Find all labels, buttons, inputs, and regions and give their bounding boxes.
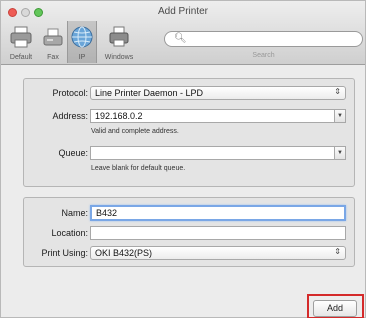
toolbar-windows-button[interactable]: Windows	[97, 21, 141, 63]
protocol-label: Protocol:	[52, 88, 88, 98]
updown-arrows-icon: ⇕	[334, 87, 341, 96]
print-using-label: Print Using:	[41, 248, 88, 258]
queue-hint: Leave blank for default queue.	[91, 165, 186, 172]
protocol-popup[interactable]: Line Printer Daemon - LPD ⇕	[90, 86, 346, 100]
address-label: Address:	[52, 111, 88, 121]
search-icon: 🔍︎	[174, 33, 187, 44]
name-value: B432	[96, 208, 118, 218]
chevron-down-icon[interactable]: ▼	[334, 110, 345, 122]
queue-label: Queue:	[58, 148, 88, 158]
add-printer-window: Add Printer Default Fax IP Windows 🔍︎ Se…	[0, 0, 366, 318]
connection-panel: Protocol: Line Printer Daemon - LPD ⇕ Ad…	[23, 78, 355, 187]
search-input[interactable]: 🔍︎	[164, 31, 363, 47]
toolbar-fax-button[interactable]: Fax	[39, 21, 67, 63]
search-caption: Search	[252, 52, 275, 59]
print-using-value: OKI B432(PS)	[95, 248, 153, 258]
address-hint: Valid and complete address.	[91, 128, 179, 135]
protocol-value: Line Printer Daemon - LPD	[95, 88, 204, 98]
updown-arrows-icon: ⇕	[334, 247, 341, 256]
address-value: 192.168.0.2	[95, 111, 143, 121]
window-title: Add Printer	[157, 6, 209, 17]
title-bar: Add Printer Default Fax IP Windows 🔍︎ Se…	[1, 1, 365, 65]
toolbar-windows-label: Windows	[104, 54, 134, 61]
toolbar-fax-label: Fax	[47, 54, 59, 61]
name-field[interactable]: B432	[90, 205, 346, 221]
fax-icon	[42, 25, 64, 51]
printer-icon	[9, 25, 33, 51]
location-label: Location:	[51, 228, 88, 238]
toolbar-ip-label: IP	[78, 54, 86, 61]
chevron-down-icon[interactable]: ▼	[334, 147, 345, 159]
location-field[interactable]	[90, 226, 346, 240]
printer-details-panel: Name: B432 Location: Print Using: OKI B4…	[23, 197, 355, 267]
print-using-popup[interactable]: OKI B432(PS) ⇕	[90, 246, 346, 260]
address-field[interactable]: 192.168.0.2 ▼	[90, 109, 346, 123]
add-button[interactable]: Add	[313, 300, 357, 317]
toolbar-default-button[interactable]: Default	[3, 21, 39, 63]
toolbar-default-label: Default	[9, 54, 33, 61]
queue-field[interactable]: ▼	[90, 146, 346, 160]
globe-icon	[70, 25, 94, 51]
toolbar-ip-button[interactable]: IP	[67, 21, 97, 63]
printer-network-icon	[107, 25, 131, 51]
name-label: Name:	[61, 208, 88, 218]
